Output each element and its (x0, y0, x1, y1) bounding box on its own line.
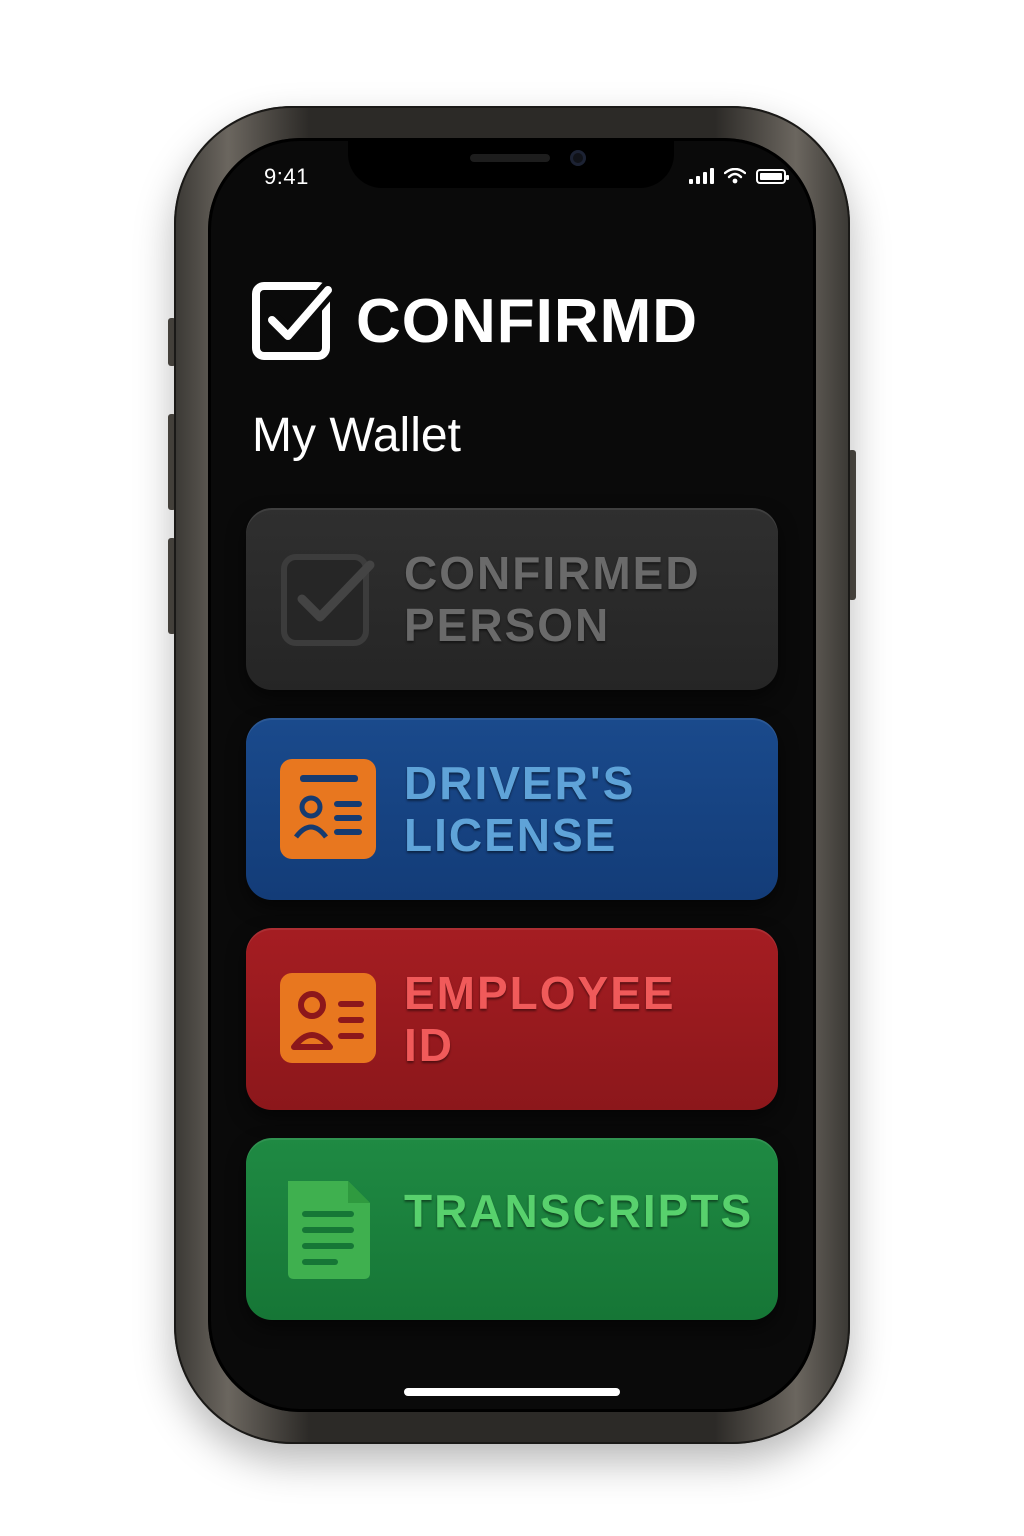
brand-header: CONFIRMD (252, 280, 698, 362)
document-icon (288, 1181, 370, 1279)
badge-icon (280, 973, 376, 1063)
front-camera (570, 150, 586, 166)
card-drivers-license[interactable]: DRIVER'S LICENSE (246, 718, 778, 900)
card-transcripts[interactable]: TRANSCRIPTS (246, 1138, 778, 1320)
brand-checkbox-icon (252, 281, 334, 360)
status-time: 9:41 (264, 164, 309, 189)
home-indicator[interactable] (404, 1388, 620, 1396)
card-confirmed-person[interactable]: CONFIRMED PERSON (246, 508, 778, 690)
stage: 9:41 CONFIRMD My Wallet CONFIRMED PERSON… (0, 0, 1024, 1536)
card-employee-id[interactable]: EMPLOYEE ID (246, 928, 778, 1110)
card-label: TRANSCRIPTS (404, 1185, 754, 1237)
phone-screen: 9:41 CONFIRMD My Wallet CONFIRMED PERSON… (208, 138, 816, 1412)
card-label: EMPLOYEE ID (404, 967, 676, 1071)
id-card-icon (280, 759, 376, 859)
status-icons (689, 168, 789, 184)
brand-name: CONFIRMD (356, 286, 699, 356)
checkbox-icon (281, 554, 375, 646)
notch (348, 138, 674, 188)
speaker (470, 154, 550, 162)
wifi-icon (724, 168, 746, 184)
card-label: DRIVER'S LICENSE (404, 757, 636, 861)
signal-icon (689, 168, 714, 184)
page-title: My Wallet (252, 409, 461, 462)
card-label: CONFIRMED PERSON (404, 547, 701, 651)
battery-icon (756, 169, 789, 184)
